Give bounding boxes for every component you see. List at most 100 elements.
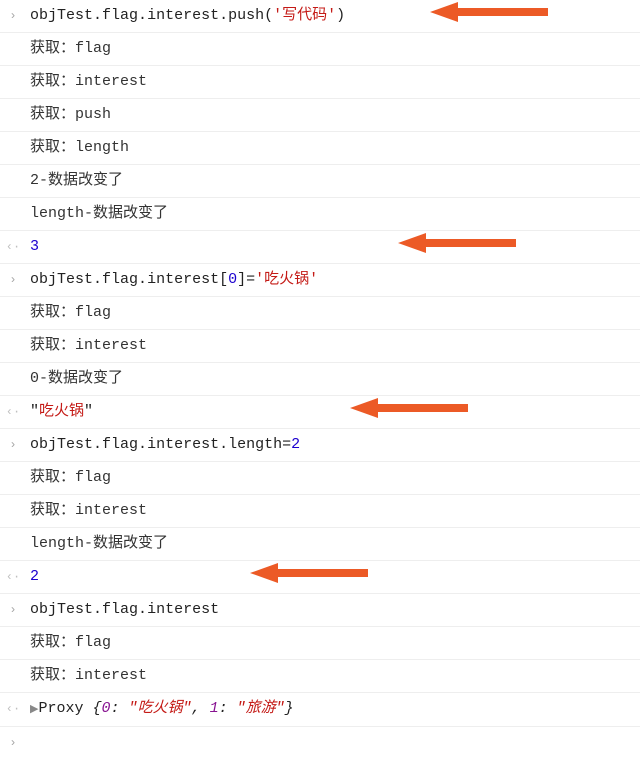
code-token-num: 0: [228, 271, 237, 288]
code-token-dot: .: [93, 436, 102, 453]
console-content: 获取：length: [24, 137, 640, 159]
console-content: 获取：push: [24, 104, 640, 126]
log-text: length-数据改变了: [30, 535, 168, 552]
code-token-op: =: [246, 271, 255, 288]
brace-close: }: [285, 700, 294, 717]
code-token-ident: objTest: [30, 436, 93, 453]
console-content: 2-数据改变了: [24, 170, 640, 192]
code-token-dot: .: [138, 601, 147, 618]
code-token-ident: interest: [147, 601, 219, 618]
brace-open: {: [92, 700, 101, 717]
code-token-str: '吃火锅': [255, 271, 318, 288]
code-token-brkt: ]: [237, 271, 246, 288]
console-content: 2: [24, 566, 640, 588]
log-text: length-数据改变了: [30, 205, 168, 222]
log-text: 获取：flag: [30, 469, 111, 486]
console-row: ›objTest.flag.interest.push('写代码'): [0, 0, 640, 32]
prompt-input-icon: ›: [2, 599, 24, 621]
log-text: 获取：flag: [30, 304, 111, 321]
prompt-input-icon: ›: [2, 732, 24, 754]
code-token-dot: .: [93, 601, 102, 618]
code-token-ident: interest: [147, 271, 219, 288]
prompt-input-icon: ›: [2, 269, 24, 291]
console-row: length-数据改变了: [0, 527, 640, 560]
log-text: 获取：interest: [30, 502, 147, 519]
code-token-quote: ": [84, 403, 93, 420]
console-row: 获取：interest: [0, 65, 640, 98]
obj-comma: ,: [192, 700, 210, 717]
obj-value: "吃火锅": [129, 700, 192, 717]
console-row: 获取：length: [0, 131, 640, 164]
console-content: ▶Proxy {0: "吃火锅", 1: "旅游"}: [24, 698, 640, 721]
console-row: 获取：interest: [0, 494, 640, 527]
console-content: "吃火锅": [24, 401, 640, 423]
console-content: 获取：interest: [24, 335, 640, 357]
console-row: ›objTest.flag.interest[0]='吃火锅': [0, 263, 640, 296]
prompt-output-icon: ‹·: [2, 566, 24, 588]
console-content: objTest.flag.interest.push('写代码'): [24, 5, 640, 27]
log-text: 获取：interest: [30, 337, 147, 354]
console-content: objTest.flag.interest[0]='吃火锅': [24, 269, 640, 291]
console-row: 获取：flag: [0, 626, 640, 659]
console-row: 获取：flag: [0, 296, 640, 329]
code-token-ident: flag: [102, 271, 138, 288]
obj-colon: :: [219, 700, 237, 717]
prompt-output-icon: ‹·: [2, 401, 24, 423]
console-row: 0-数据改变了: [0, 362, 640, 395]
code-token-ident: objTest: [30, 7, 93, 24]
code-token-dot: .: [219, 7, 228, 24]
code-token-quote: ": [30, 403, 39, 420]
log-text: 获取：flag: [30, 40, 111, 57]
code-token-brkt: [: [219, 271, 228, 288]
log-text: 获取：length: [30, 139, 129, 156]
expand-toggle-icon[interactable]: ▶: [30, 703, 38, 716]
console-row: ›objTest.flag.interest.length=2: [0, 428, 640, 461]
log-text: 2-数据改变了: [30, 172, 123, 189]
code-token-dot: .: [93, 271, 102, 288]
console-content: 获取：flag: [24, 632, 640, 654]
console-content: 3: [24, 236, 640, 258]
code-token-num: 2: [30, 568, 39, 585]
console-row: ‹·"吃火锅": [0, 395, 640, 428]
console-content: 获取：flag: [24, 467, 640, 489]
console-row: ‹· 2: [0, 560, 640, 593]
code-token-ident: flag: [102, 601, 138, 618]
code-token-ident: objTest: [30, 601, 93, 618]
console-content: length-数据改变了: [24, 533, 640, 555]
code-token-str: '写代码': [273, 7, 336, 24]
console-content: 0-数据改变了: [24, 368, 640, 390]
console-row: 获取：flag: [0, 32, 640, 65]
console-row: 获取：flag: [0, 461, 640, 494]
code-token-ident: length: [228, 436, 282, 453]
console-row-empty-prompt[interactable]: ›: [0, 726, 640, 759]
console-content: 获取：interest: [24, 71, 640, 93]
console-row: ›objTest.flag.interest: [0, 593, 640, 626]
code-token-func: push: [228, 7, 264, 24]
code-token-op: =: [282, 436, 291, 453]
code-token-ident: interest: [147, 7, 219, 24]
prompt-input-icon: ›: [2, 5, 24, 27]
log-text: 获取：interest: [30, 667, 147, 684]
code-token-ident: interest: [147, 436, 219, 453]
code-token-dot: .: [93, 7, 102, 24]
code-token-str: 吃火锅: [39, 403, 84, 420]
console-content: objTest.flag.interest.length=2: [24, 434, 640, 456]
log-text: 获取：push: [30, 106, 111, 123]
proxy-label: Proxy: [38, 700, 92, 717]
console-row: 获取：interest: [0, 659, 640, 692]
code-token-dot: .: [138, 436, 147, 453]
console-content: length-数据改变了: [24, 203, 640, 225]
code-token-dot: .: [138, 7, 147, 24]
code-token-ident: objTest: [30, 271, 93, 288]
code-token-paren: ): [336, 7, 345, 24]
log-text: 0-数据改变了: [30, 370, 123, 387]
log-text: 获取：flag: [30, 634, 111, 651]
console-row: 获取：push: [0, 98, 640, 131]
console-content: 获取：interest: [24, 665, 640, 687]
console-row: 获取：interest: [0, 329, 640, 362]
obj-value: "旅游": [237, 700, 285, 717]
prompt-output-icon: ‹·: [2, 698, 24, 720]
console-row: ‹·▶Proxy {0: "吃火锅", 1: "旅游"}: [0, 692, 640, 726]
code-token-dot: .: [138, 271, 147, 288]
console-row: 2-数据改变了: [0, 164, 640, 197]
